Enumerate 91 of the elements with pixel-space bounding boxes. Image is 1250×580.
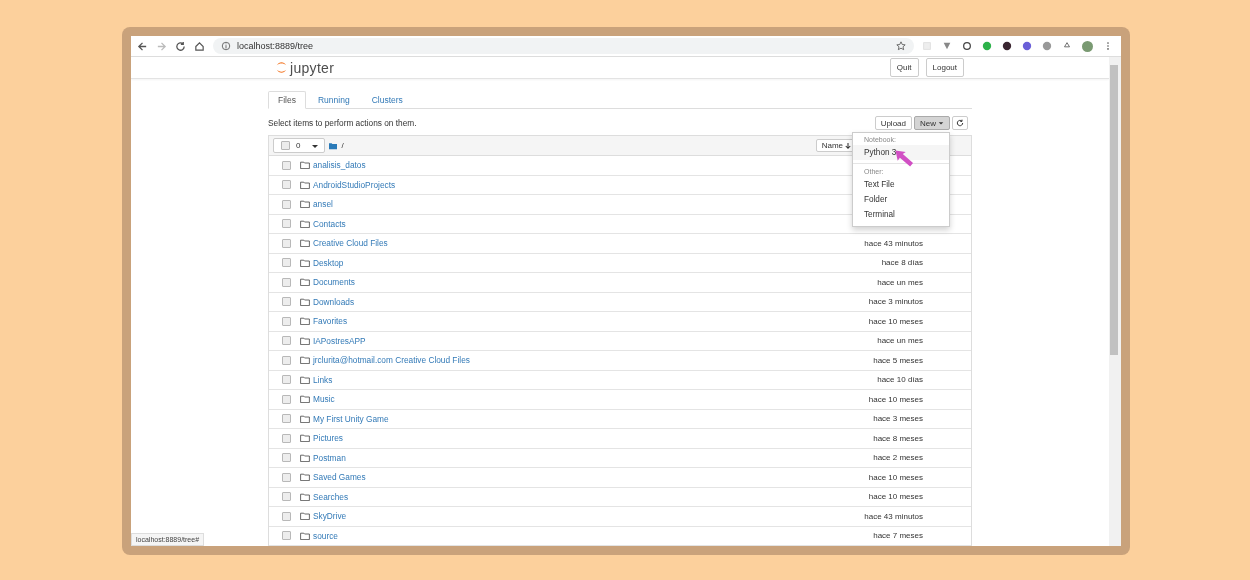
folder-link[interactable]: jrclurita@hotmail.com Creative Cloud Files <box>313 355 470 366</box>
checkbox[interactable] <box>282 472 291 482</box>
sort-down-icon <box>845 142 851 149</box>
checkbox[interactable] <box>282 511 291 521</box>
modified-time: hace 43 minutos <box>864 511 923 521</box>
folder-link[interactable]: Pictures <box>313 433 343 444</box>
instruction-text: Select items to perform actions on them. <box>268 118 418 128</box>
folder-link[interactable]: Searches <box>313 491 349 502</box>
address-bar[interactable]: localhost:8889/tree <box>213 38 914 54</box>
folder-link[interactable]: Links <box>313 374 333 385</box>
forward-icon[interactable] <box>156 40 167 52</box>
modified-time: hace 3 meses <box>873 414 923 424</box>
caret-icon <box>938 120 944 126</box>
info-icon[interactable] <box>221 41 231 51</box>
logout-button[interactable]: Logout <box>925 58 964 77</box>
upload-button[interactable]: Upload <box>874 116 912 130</box>
folder-link[interactable]: Postman <box>313 452 346 463</box>
tab[interactable]: Clusters <box>361 91 413 109</box>
menu-item[interactable]: Folder <box>853 192 949 207</box>
folder-link[interactable]: Downloads <box>313 296 355 307</box>
checkbox[interactable] <box>282 355 291 365</box>
menu-item[interactable]: Terminal <box>853 207 949 222</box>
checkbox[interactable] <box>282 277 291 287</box>
folder-icon <box>329 141 338 150</box>
select-all-control[interactable]: 0 <box>273 138 326 153</box>
checkbox[interactable] <box>282 433 291 443</box>
checkbox[interactable] <box>282 336 291 346</box>
path-link[interactable]: / <box>341 141 344 150</box>
pointer-arrow-icon <box>894 149 916 168</box>
modified-time: hace 5 meses <box>873 355 923 365</box>
checkbox[interactable] <box>282 375 291 385</box>
checkbox[interactable] <box>282 160 291 170</box>
menu-item[interactable]: Python 3 <box>853 145 949 160</box>
modified-time: hace un mes <box>877 277 923 287</box>
logo-icon <box>276 61 287 74</box>
reload-icon[interactable] <box>175 40 186 52</box>
modified-time: hace 7 meses <box>873 531 923 541</box>
modified-time: hace un mes <box>877 336 923 346</box>
modified-time: hace 10 meses <box>868 492 923 502</box>
avatar-icon[interactable] <box>1082 40 1093 52</box>
folder-link[interactable]: Saved Games <box>313 472 366 483</box>
folder-link[interactable]: Music <box>313 394 335 405</box>
checkbox[interactable] <box>282 531 291 541</box>
scroll-thumb[interactable] <box>1110 65 1118 355</box>
folder-link[interactable]: Creative Cloud Files <box>313 238 388 249</box>
modified-time: hace 10 días <box>877 375 923 385</box>
folder-link[interactable]: AndroidStudioProjects <box>313 179 396 190</box>
modified-time: hace 2 meses <box>873 453 923 463</box>
folder-link[interactable]: Contacts <box>313 218 346 229</box>
checkbox[interactable] <box>282 219 291 229</box>
folder-link[interactable]: Favorites <box>313 316 348 327</box>
back-icon[interactable] <box>137 40 148 52</box>
modified-time: hace 3 minutos <box>868 297 923 307</box>
tab[interactable]: Running <box>307 91 360 109</box>
home-icon[interactable] <box>194 40 205 52</box>
modified-time: hace 8 meses <box>873 433 923 443</box>
folder-link[interactable]: Desktop <box>313 257 344 268</box>
refresh-button[interactable] <box>952 116 968 130</box>
modified-time: hace 10 meses <box>868 472 923 482</box>
url-text: localhost:8889/tree <box>237 41 314 51</box>
folder-link[interactable]: ansel <box>313 199 333 210</box>
folder-link[interactable]: My First Unity Game <box>313 413 389 424</box>
menu-item[interactable]: Text File <box>853 177 949 192</box>
star-icon[interactable] <box>896 41 906 51</box>
folder-link[interactable]: source <box>313 530 338 541</box>
folder-link[interactable]: analisis_datos <box>313 160 366 171</box>
selected-count: 0 <box>296 141 301 150</box>
checkbox[interactable] <box>282 199 291 209</box>
checkbox[interactable] <box>281 141 290 150</box>
tab[interactable]: Files <box>268 91 306 109</box>
modified-time: hace 43 minutos <box>864 238 923 248</box>
checkbox[interactable] <box>282 394 291 404</box>
modified-time: hace 10 meses <box>868 394 923 404</box>
quit-button[interactable]: Quit <box>889 58 919 77</box>
checkbox[interactable] <box>282 238 291 248</box>
checkbox[interactable] <box>282 316 291 326</box>
checkbox[interactable] <box>282 258 291 268</box>
modified-time: hace 8 días <box>881 258 923 268</box>
folder-link[interactable]: SkyDrive <box>313 511 347 522</box>
checkbox[interactable] <box>282 414 291 424</box>
folder-link[interactable]: IAPostresAPP <box>313 335 366 346</box>
checkbox[interactable] <box>282 180 291 190</box>
logo-text: jupyter <box>290 59 335 76</box>
checkbox[interactable] <box>282 297 291 307</box>
new-button[interactable]: New <box>914 116 950 130</box>
checkbox[interactable] <box>282 453 291 463</box>
modified-time: hace 10 meses <box>868 316 923 326</box>
refresh-icon <box>956 119 964 127</box>
checkbox[interactable] <box>282 492 291 502</box>
scrollbar[interactable] <box>1109 57 1121 546</box>
folder-link[interactable]: Documents <box>313 277 355 288</box>
